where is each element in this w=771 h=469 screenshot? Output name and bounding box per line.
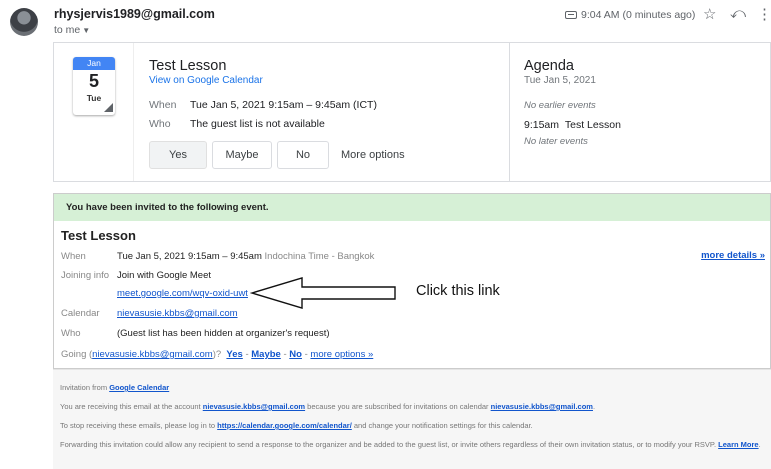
going-more-options-link[interactable]: more options » bbox=[310, 349, 373, 360]
no-earlier-events: No earlier events bbox=[524, 100, 596, 111]
time-text: 9:04 AM (0 minutes ago) bbox=[581, 9, 696, 21]
invite-when-label: When bbox=[61, 251, 86, 262]
google-calendar-link[interactable]: Google Calendar bbox=[109, 383, 169, 392]
going-row: Going (nievasusie.kbbs@gmail.com)? Yes -… bbox=[61, 349, 373, 360]
rsvp-no-button[interactable]: No bbox=[277, 141, 329, 169]
event-when-row: When Tue Jan 5, 2021 9:15am – 9:45am (ICT… bbox=[149, 99, 377, 111]
footer-forwarding-end: . bbox=[758, 440, 761, 449]
chevron-down-icon[interactable]: ▼ bbox=[82, 26, 90, 35]
footer-line-forwarding: Forwarding this invitation could allow a… bbox=[60, 440, 765, 450]
agenda-event-name: Test Lesson bbox=[564, 119, 621, 131]
cal-day: 5 bbox=[88, 71, 99, 91]
going-yes-link[interactable]: Yes bbox=[226, 349, 242, 360]
footer-receiving-text: You are receiving this email at the acco… bbox=[60, 402, 203, 411]
card-icon-column: Jan 5 Tue bbox=[54, 43, 134, 181]
calendar-date-icon: Jan 5 Tue bbox=[73, 57, 115, 115]
footer-settings-url-link[interactable]: https://calendar.google.com/calendar/ bbox=[217, 421, 352, 430]
agenda-title: Agenda bbox=[524, 58, 574, 74]
recipient-label: to me bbox=[54, 24, 81, 36]
joining-label: Joining info bbox=[61, 270, 110, 281]
agenda-event[interactable]: 9:15am Test Lesson bbox=[524, 119, 621, 131]
agenda-panel: Agenda Tue Jan 5, 2021 No earlier events… bbox=[509, 43, 771, 181]
sender-email[interactable]: rhysjervis1989@gmail.com bbox=[54, 7, 215, 21]
calendar-label: Calendar bbox=[61, 308, 100, 319]
who-label: Who bbox=[149, 118, 171, 130]
calendar-email-link[interactable]: nievasusie.kbbs@gmail.com bbox=[117, 308, 238, 319]
invite-timezone: Indochina Time - Bangkok bbox=[264, 251, 375, 262]
timestamp: 9:04 AM (0 minutes ago) bbox=[565, 9, 695, 21]
more-vert-icon[interactable]: ⋮ bbox=[757, 5, 771, 23]
going-maybe-link[interactable]: Maybe bbox=[251, 349, 281, 360]
event-title: Test Lesson bbox=[149, 58, 227, 74]
invite-footer: Invitation from Google Calendar You are … bbox=[53, 369, 771, 469]
invite-who-value: (Guest list has been hidden at organizer… bbox=[117, 328, 330, 339]
avatar[interactable] bbox=[10, 8, 38, 36]
invite-title: Test Lesson bbox=[61, 228, 136, 243]
agenda-date: Tue Jan 5, 2021 bbox=[524, 75, 596, 86]
annotation-text: Click this link bbox=[416, 283, 500, 299]
invitation-box: You have been invited to the following e… bbox=[53, 193, 771, 369]
rsvp-maybe-button[interactable]: Maybe bbox=[212, 141, 272, 169]
who-value: The guest list is not available bbox=[190, 118, 325, 130]
invite-when-value-wrap: Tue Jan 5, 2021 9:15am – 9:45am Indochin… bbox=[117, 251, 374, 262]
when-value: Tue Jan 5, 2021 9:15am – 9:45am (ICT) bbox=[190, 99, 377, 111]
going-prefix: Going ( bbox=[61, 349, 93, 360]
more-details-link[interactable]: more details » bbox=[701, 250, 765, 261]
annotation-arrow bbox=[250, 277, 396, 309]
going-sep: - bbox=[283, 349, 287, 360]
event-who-row: Who The guest list is not available bbox=[149, 118, 325, 130]
no-later-events: No later events bbox=[524, 136, 588, 147]
invite-who-label: Who bbox=[61, 328, 81, 339]
recipient-line[interactable]: to me ▼ bbox=[54, 24, 90, 36]
footer-stop-text-end: and change your notification settings fo… bbox=[351, 421, 533, 430]
learn-more-link[interactable]: Learn More bbox=[718, 440, 758, 449]
footer-line-receiving: You are receiving this email at the acco… bbox=[60, 402, 595, 411]
cal-weekday: Tue bbox=[86, 93, 102, 103]
meet-link[interactable]: meet.google.com/wqv-oxid-uwt bbox=[117, 288, 248, 299]
going-no-link[interactable]: No bbox=[289, 349, 302, 360]
going-suffix: )? bbox=[212, 349, 222, 360]
footer-line-invitation-from: Invitation from Google Calendar bbox=[60, 383, 169, 392]
rsvp-yes-button[interactable]: Yes bbox=[149, 141, 207, 169]
footer-invitation-from-text: Invitation from bbox=[60, 383, 110, 392]
footer-calendar-link[interactable]: nievasusie.kbbs@gmail.com bbox=[491, 402, 593, 411]
page-curl-icon bbox=[104, 103, 113, 112]
footer-period: . bbox=[592, 402, 596, 411]
going-email-link[interactable]: nievasusie.kbbs@gmail.com bbox=[92, 349, 213, 360]
reply-icon[interactable]: ⤺ bbox=[730, 5, 746, 22]
going-sep: - bbox=[245, 349, 249, 360]
footer-forwarding-text: Forwarding this invitation could allow a… bbox=[60, 440, 719, 449]
label-icon[interactable] bbox=[565, 11, 577, 19]
invite-when-value: Tue Jan 5, 2021 9:15am – 9:45am bbox=[117, 251, 262, 262]
joining-value: Join with Google Meet bbox=[117, 270, 211, 281]
when-label: When bbox=[149, 99, 177, 111]
star-icon[interactable]: ☆ bbox=[703, 5, 716, 23]
going-sep: - bbox=[304, 349, 308, 360]
view-on-calendar-link[interactable]: View on Google Calendar bbox=[149, 75, 263, 86]
invite-banner: You have been invited to the following e… bbox=[54, 194, 770, 221]
agenda-event-time: 9:15am bbox=[524, 119, 560, 131]
footer-line-stop: To stop receiving these emails, please l… bbox=[60, 421, 533, 430]
footer-account-link[interactable]: nievasusie.kbbs@gmail.com bbox=[203, 402, 305, 411]
more-options-button[interactable]: More options bbox=[341, 149, 405, 161]
calendar-card: Jan 5 Tue Test Lesson View on Google Cal… bbox=[53, 42, 771, 182]
cal-month: Jan bbox=[73, 57, 115, 70]
footer-subscribed-text: because you are subscribed for invitatio… bbox=[305, 402, 491, 411]
footer-stop-text: To stop receiving these emails, please l… bbox=[60, 421, 218, 430]
